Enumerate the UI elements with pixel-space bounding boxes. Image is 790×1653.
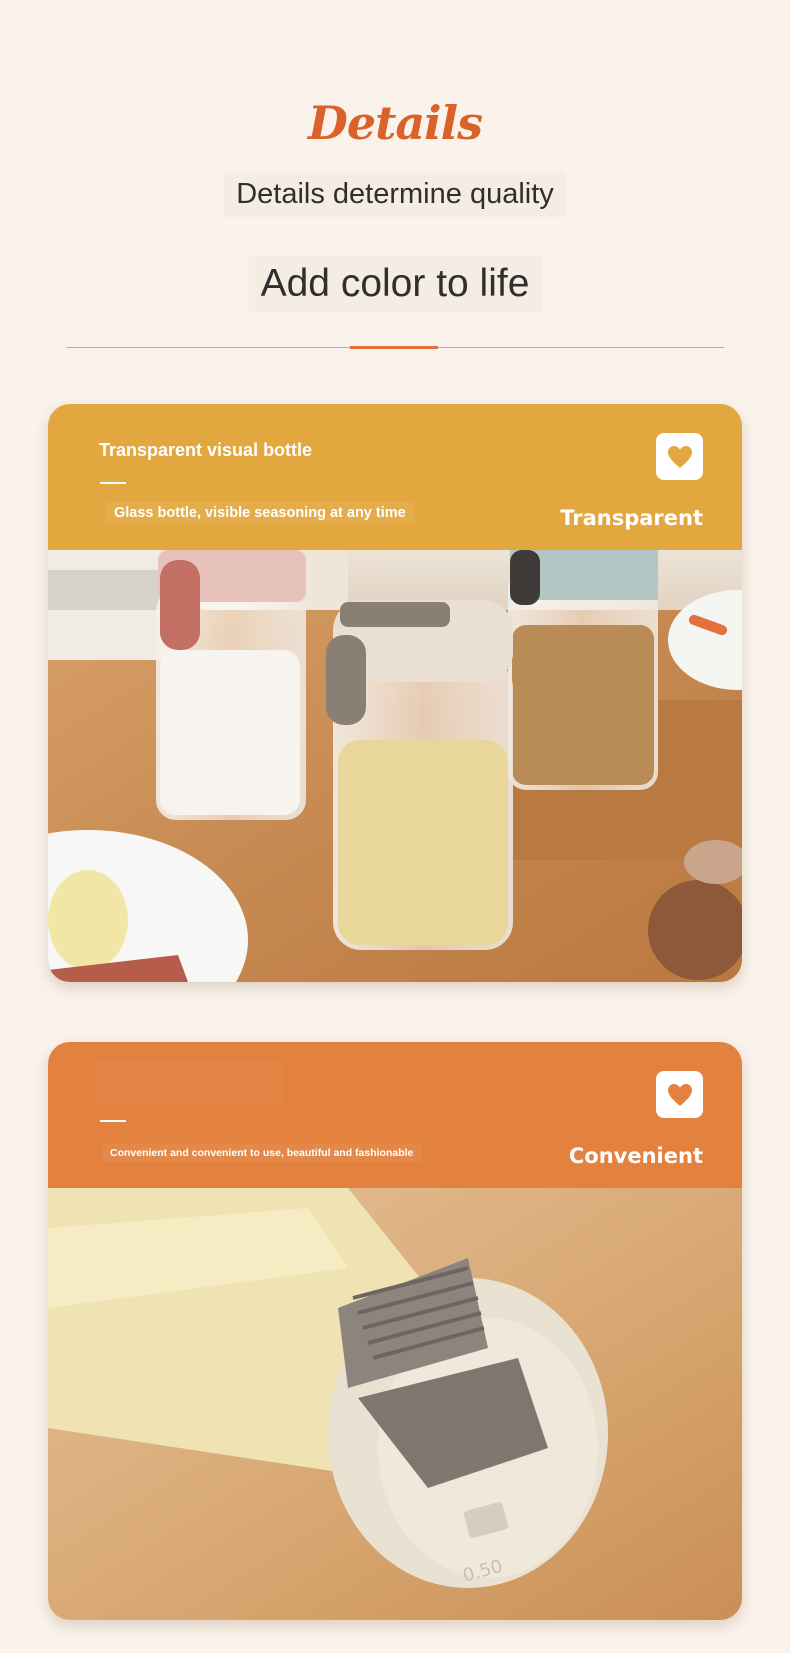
- section-script-title: Details: [307, 96, 483, 150]
- feature-description: Glass bottle, visible seasoning at any t…: [106, 502, 414, 524]
- heart-icon: [656, 433, 703, 480]
- feature-keyword: Transparent: [560, 506, 703, 530]
- feature-description: Convenient and convenient to use, beauti…: [102, 1144, 422, 1162]
- details-header: Details Details determine quality Add co…: [0, 0, 790, 380]
- product-photo-dispenser-cap: 0.50: [48, 1188, 742, 1620]
- feature-band: Transparent visual bottle Glass bottle, …: [48, 404, 742, 550]
- feature-band: Convenient and convenient to use, beauti…: [48, 1042, 742, 1188]
- feature-card-transparent: Transparent visual bottle Glass bottle, …: [48, 404, 742, 982]
- feature-title-placeholder: [96, 1060, 282, 1104]
- divider-accent: [350, 346, 438, 349]
- subtitle: Details determine quality: [224, 172, 566, 217]
- title-dash: [100, 1120, 126, 1122]
- heart-icon: [656, 1071, 703, 1118]
- tagline: Add color to life: [248, 256, 542, 312]
- feature-card-convenient: Convenient and convenient to use, beauti…: [48, 1042, 742, 1620]
- feature-keyword: Convenient: [568, 1144, 703, 1168]
- title-dash: [100, 482, 126, 484]
- feature-title: Transparent visual bottle: [99, 440, 313, 460]
- product-photo-bottles: [48, 550, 742, 982]
